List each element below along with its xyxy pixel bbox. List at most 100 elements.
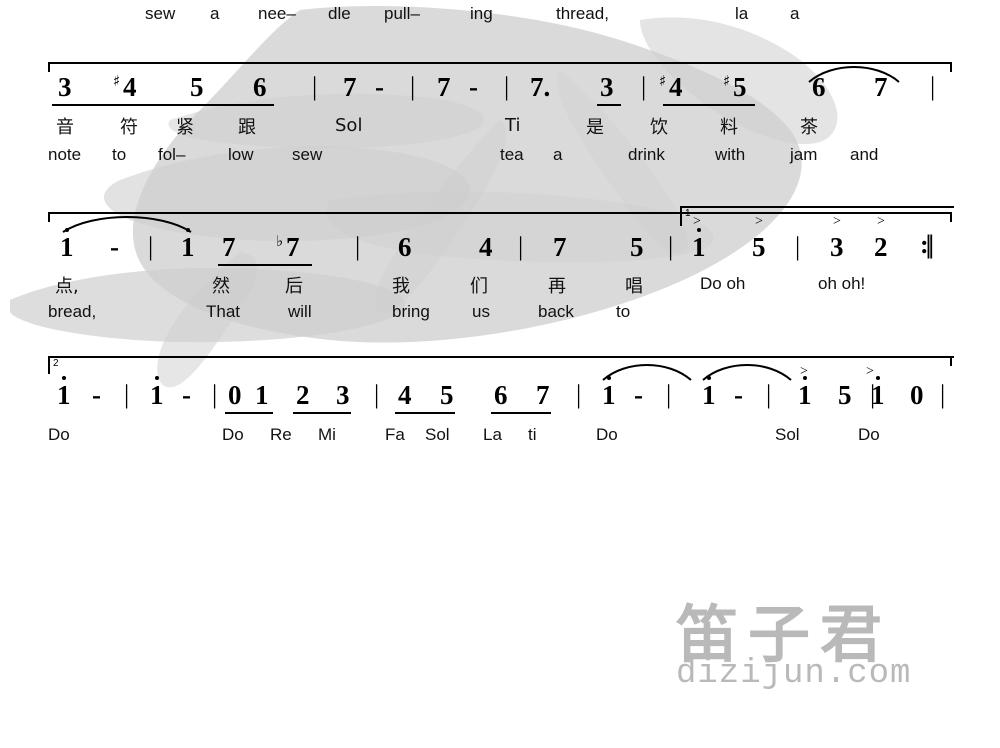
lyric-en: ti [528,425,537,444]
lyric-en: Fa [385,425,405,444]
note: 1 [181,232,195,262]
lyric-line0-word: sew [145,4,176,23]
note-dash: - [110,232,119,262]
note: 5 [190,72,204,102]
repeat-end-sign: :|| [920,230,934,259]
lyric-cn: Ti [505,115,521,136]
barline: | [212,380,218,409]
lyric-en: a [553,145,563,164]
lyric-line0-word: ing [470,4,493,23]
lyric-cn: 音 [56,117,74,138]
note-dash: - [734,380,743,410]
lyric-cn: 后 [285,276,303,297]
note: 1 [602,380,616,410]
lyric-line0-word: nee– [258,4,296,23]
barline: | [518,232,524,261]
lyric-en: Re [270,425,292,444]
lyric-cn: Sol [335,115,363,136]
lyric-cn: 是 [586,117,604,138]
barline: | [355,232,361,261]
note: 1 [798,380,812,410]
lyric-line0-word: dle [328,4,351,23]
lyric-cn: 我 [392,276,410,297]
note: 1 [692,232,706,262]
lyric-en: La [483,425,502,444]
lyric-en: to [112,145,127,164]
accidental-sharp: ♯ [659,72,667,90]
barline: | [374,380,380,409]
lyric-cn: 唱 [625,276,643,297]
barline: | [641,72,647,101]
lyric-line0-word: la [735,4,749,23]
note: 5 [838,380,852,410]
note: 4 [398,380,412,410]
beam [293,412,351,414]
note: 3 [336,380,350,410]
barline: | [766,380,772,409]
lyric-line0-word: thread, [556,4,609,23]
note-dash: - [375,72,384,102]
lyric-cn: 符 [120,117,138,138]
accent-mark-icon: > [755,214,763,229]
note: 7 [553,232,567,262]
barline: | [668,232,674,261]
note: 5 [733,72,747,102]
barline: | [410,72,416,101]
barline: | [930,72,936,101]
accidental-flat: ♭ [276,232,284,250]
note: 7 [437,72,451,102]
staff-rule-line2-left-tick [48,212,50,222]
lyric-en: note [48,145,82,164]
note: 3 [58,72,72,102]
volta-2-bracket [48,356,954,374]
lyric-en: That [206,302,241,321]
note: 5 [630,232,644,262]
score-sheet: sew a nee– dle pull– ing thread, la a 3 … [0,0,1000,748]
note: 1 [702,380,716,410]
lyric-en: to [616,302,631,321]
note: 7 [343,72,357,102]
note: 1 [60,232,74,262]
note: 5 [752,232,766,262]
lyric-en: Do oh [700,274,746,293]
lyric-en: jam [790,145,818,164]
lyric-en: bread, [48,302,97,321]
lyric-en: Sol [425,425,450,444]
note: 6 [494,380,508,410]
accent-mark-icon: > [866,364,874,379]
note: 4 [479,232,493,262]
barline: | [312,72,318,101]
volta-2-label: 2 [53,358,59,369]
lyric-cn: 饮 [650,117,668,138]
barline: | [504,72,510,101]
lyric-en: with [715,145,746,164]
accent-mark-icon: > [877,214,885,229]
lyric-cn: 料 [720,117,738,138]
lyric-en: fol– [158,145,186,164]
lyric-cn: 点, [55,276,79,297]
lyric-en: and [850,145,879,164]
beam [491,412,551,414]
lyric-en: will [288,302,312,321]
lyric-en: bring [392,302,430,321]
note-dotted: 7. [530,72,551,102]
lyric-cn: 茶 [800,117,818,138]
note: 5 [440,380,454,410]
lyric-en: Do [48,425,70,444]
barline: | [576,380,582,409]
note: 6 [812,72,826,102]
lyric-cn: 们 [470,276,488,297]
note: 1 [57,380,71,410]
lyric-en: Mi [318,425,336,444]
note: 4 [123,72,137,102]
note-dash: - [469,72,478,102]
note: 1 [255,380,269,410]
note-dash: - [634,380,643,410]
note: 1 [871,380,885,410]
note: 7 [874,72,888,102]
note: 4 [669,72,683,102]
lyric-en: low [228,145,254,164]
barline: | [124,380,130,409]
slur-line3-a [600,360,694,382]
lyric-cn: 再 [548,276,566,297]
